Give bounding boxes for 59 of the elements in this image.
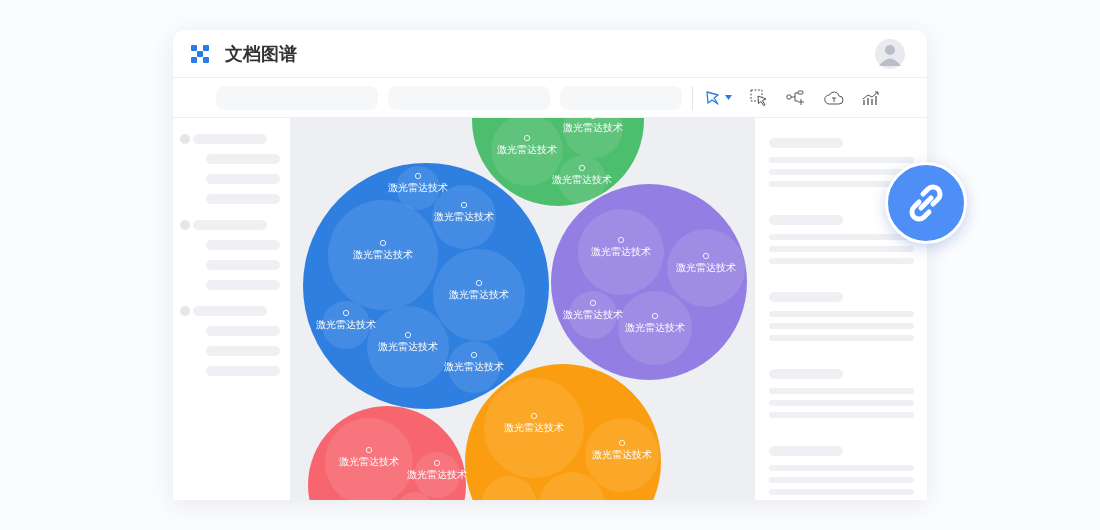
- cluster-bubble[interactable]: [308, 406, 466, 500]
- node-label: 激光雷达技术: [378, 341, 438, 352]
- avatar-icon[interactable]: [875, 38, 905, 69]
- chart-icon[interactable]: [862, 89, 880, 106]
- placeholder-dot: [180, 306, 190, 316]
- node-dot: [433, 459, 441, 467]
- node-dot: [530, 412, 538, 420]
- node-dot: [578, 164, 586, 172]
- node-label: 激光雷达技术: [591, 246, 651, 257]
- cloud-upload-icon[interactable]: [824, 89, 844, 106]
- node-dot: [475, 279, 483, 287]
- node-dot: [523, 134, 531, 142]
- node-dot: [404, 331, 412, 339]
- caret-icon[interactable]: [725, 95, 732, 100]
- box-select-icon[interactable]: [750, 88, 768, 107]
- node-label: 激光雷达技术: [592, 449, 652, 460]
- node-label: 激光雷达技术: [625, 322, 685, 333]
- node-label: 激光雷达技术: [504, 422, 564, 433]
- add-node-icon[interactable]: [786, 89, 806, 106]
- app-title: 文档图谱: [225, 41, 297, 66]
- node-bubble[interactable]: [578, 209, 664, 295]
- cluster-bubble[interactable]: [551, 184, 747, 380]
- node-dot: [470, 351, 478, 359]
- node-label: 激光雷达技术: [563, 122, 623, 133]
- cluster-bubble[interactable]: [472, 118, 644, 206]
- node-dot: [618, 439, 626, 447]
- node-dot: [460, 201, 468, 209]
- node-dot: [342, 309, 350, 317]
- node-dot: [702, 252, 710, 260]
- node-label: 激光雷达技术: [497, 144, 557, 155]
- node-dot: [617, 236, 625, 244]
- node-dot: [379, 239, 387, 247]
- node-bubble[interactable]: [539, 472, 605, 500]
- node-label: 激光雷达技术: [563, 309, 623, 320]
- node-label: 激光雷达技术: [316, 319, 376, 330]
- node-bubble[interactable]: [667, 229, 745, 307]
- node-bubble[interactable]: [397, 492, 433, 500]
- node-dot: [651, 312, 659, 320]
- link-badge[interactable]: [885, 162, 967, 244]
- logo-icon: [191, 44, 209, 63]
- node-label: 激光雷达技术: [449, 289, 509, 300]
- node-label: 激光雷达技术: [388, 182, 448, 193]
- node-label: 激光雷达技术: [444, 361, 504, 372]
- placeholder-dot: [180, 220, 190, 230]
- node-bubble[interactable]: [433, 249, 525, 341]
- node-bubble[interactable]: [482, 476, 536, 500]
- node-label: 激光雷达技术: [353, 249, 413, 260]
- node-label: 激光雷达技术: [339, 456, 399, 467]
- node-label: 激光雷达技术: [552, 174, 612, 185]
- node-label: 激光雷达技术: [407, 469, 467, 480]
- node-label: 激光雷达技术: [676, 262, 736, 273]
- node-dot: [589, 299, 597, 307]
- node-dot: [365, 446, 373, 454]
- node-bubble[interactable]: [585, 418, 659, 492]
- node-label: 激光雷达技术: [434, 211, 494, 222]
- cluster-bubble[interactable]: [303, 163, 549, 409]
- node-dot: [414, 172, 422, 180]
- placeholder-dot: [180, 134, 190, 144]
- node-bubble[interactable]: [563, 118, 623, 158]
